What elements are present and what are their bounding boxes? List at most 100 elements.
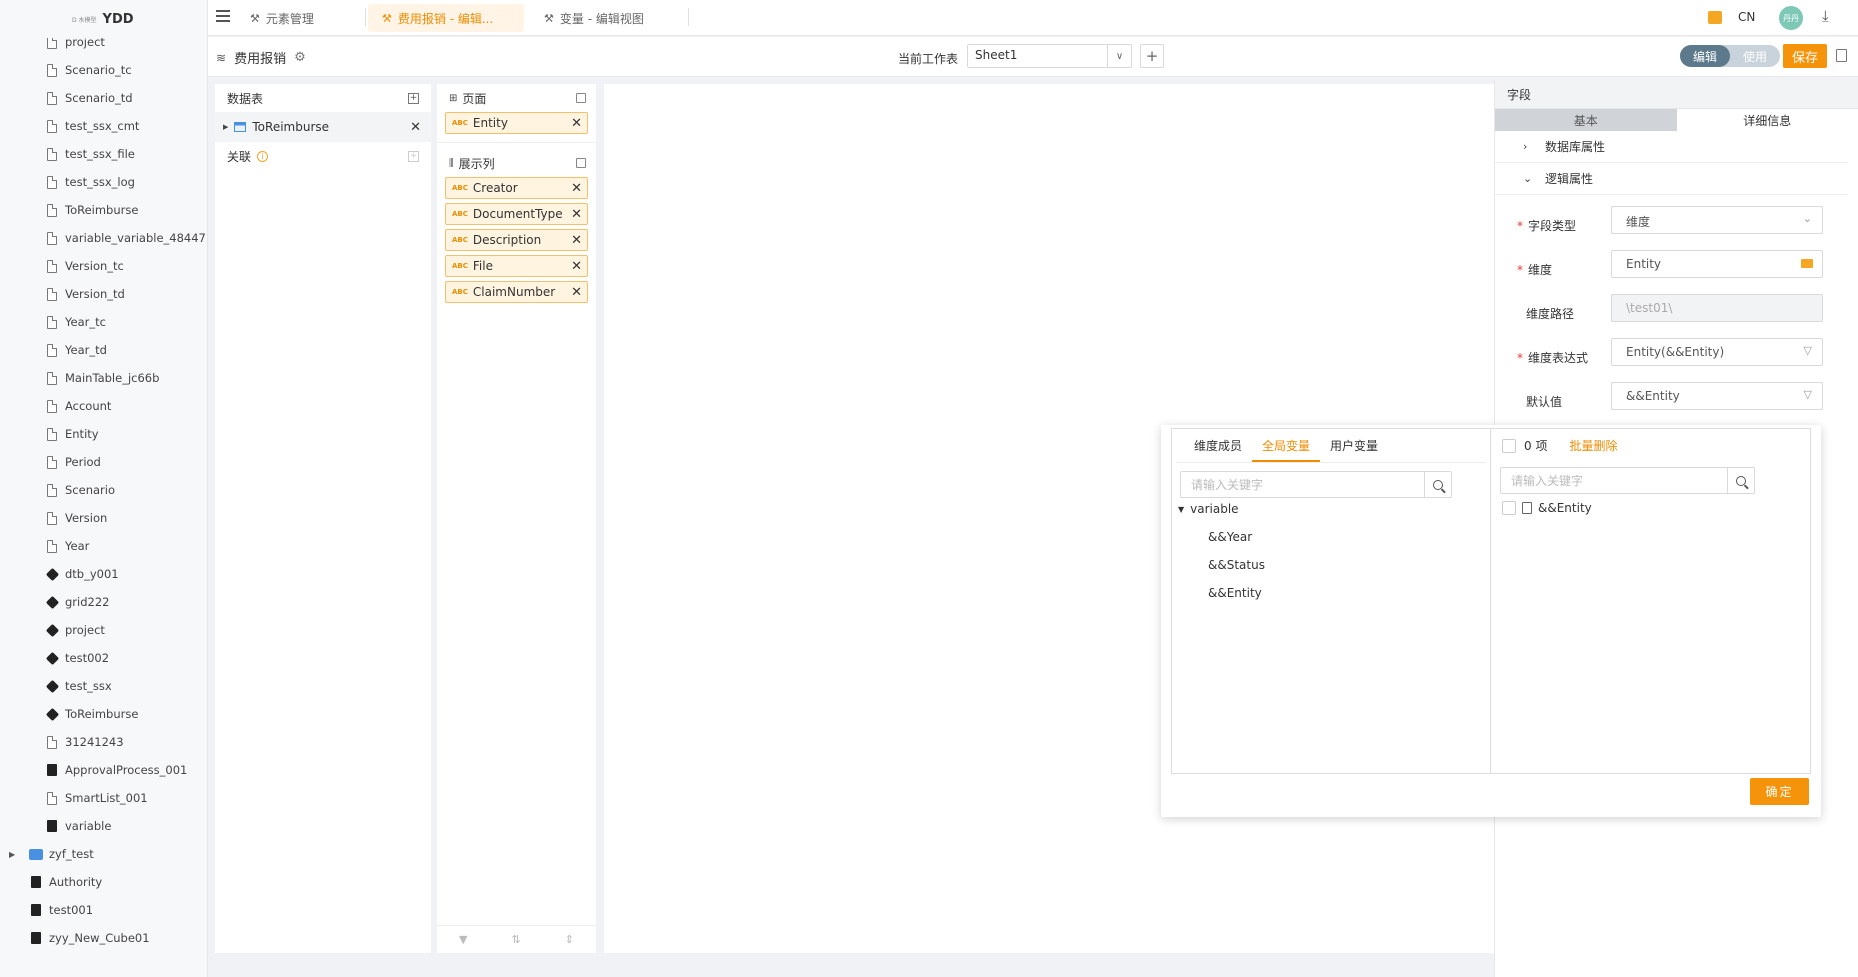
preview-doc-icon[interactable] (1836, 49, 1847, 62)
field-chip[interactable]: ABC Description ✕ (445, 229, 588, 251)
sidebar-item[interactable]: 31241243 (0, 728, 207, 756)
sidebar-item[interactable]: ToReimburse (0, 700, 207, 728)
sidebar-item[interactable]: MainTable_jc66b (0, 364, 207, 392)
sidebar-item[interactable]: Version_td (0, 280, 207, 308)
add-association-icon[interactable]: + (408, 150, 419, 162)
add-sheet-button[interactable]: + (1140, 44, 1164, 68)
select-all-checkbox[interactable] (1502, 438, 1516, 453)
default-value-input[interactable]: &&Entity ▽ (1611, 382, 1823, 410)
dimension-input[interactable]: Entity (1611, 250, 1823, 278)
sidebar-item[interactable]: test_ssx (0, 672, 207, 700)
sidebar-item[interactable]: dtb_y001 (0, 560, 207, 588)
search-button[interactable] (1727, 468, 1754, 493)
batch-delete-link[interactable]: 批量删除 (1569, 437, 1617, 454)
remove-field-icon[interactable]: ✕ (571, 207, 582, 222)
remove-field-icon[interactable]: ✕ (571, 181, 582, 196)
confirm-button[interactable]: 确定 (1750, 778, 1809, 805)
sidebar-item[interactable]: ToReimburse (0, 196, 207, 224)
tab-detail[interactable]: 详细信息 (1676, 109, 1858, 131)
filter-icon[interactable]: ▼ (459, 933, 467, 946)
sidebar-item[interactable]: variable_variable_48447 (0, 224, 207, 252)
folder-icon[interactable] (1801, 259, 1813, 268)
item-checkbox[interactable] (1502, 501, 1516, 515)
variable-item[interactable]: &&Year (1178, 523, 1265, 551)
sidebar-item[interactable]: Scenario_tc (0, 56, 207, 84)
app-logo[interactable]: D 水模型 YDD (0, 0, 207, 38)
remove-field-icon[interactable]: ✕ (571, 285, 582, 300)
menu-icon[interactable] (216, 10, 230, 22)
tab-dimension-members[interactable]: 维度成员 (1184, 437, 1252, 462)
reorder-icon[interactable]: ⇕ (565, 933, 574, 946)
db-attrs-section[interactable]: › 数据库属性 (1495, 131, 1848, 163)
variable-group[interactable]: ▼ variable (1178, 495, 1265, 523)
data-table-item[interactable]: ▶ ToReimburse ✕ (215, 112, 431, 142)
sidebar-item[interactable]: variable (0, 812, 207, 840)
sidebar-item[interactable]: test_ssx_cmt (0, 112, 207, 140)
mode-edit[interactable]: 编辑 (1680, 45, 1730, 67)
sidebar-item[interactable]: Scenario_td (0, 84, 207, 112)
sidebar-item[interactable]: test002 (0, 644, 207, 672)
selected-search-input[interactable]: 请输入关键字 (1500, 467, 1755, 494)
logic-attrs-section[interactable]: ⌄ 逻辑属性 (1495, 163, 1848, 195)
gear-icon[interactable]: ⚙ (294, 50, 306, 65)
sidebar-item[interactable]: Version_tc (0, 252, 207, 280)
field-type-select[interactable]: 维度 ⌄ (1611, 206, 1823, 234)
sidebar-item[interactable]: Version (0, 504, 207, 532)
remove-table-icon[interactable]: ✕ (410, 120, 421, 135)
tab-user-variables[interactable]: 用户变量 (1320, 437, 1388, 462)
save-button[interactable]: 保存 (1783, 44, 1827, 68)
caret-down-icon[interactable]: ▼ (1178, 505, 1184, 514)
sidebar-item[interactable]: test_ssx_file (0, 140, 207, 168)
search-button[interactable] (1424, 472, 1451, 497)
save-section-icon[interactable] (576, 158, 586, 168)
info-icon[interactable]: i (257, 150, 269, 162)
language-switch[interactable]: CN (1738, 10, 1755, 24)
variable-item[interactable]: &&Status (1178, 551, 1265, 579)
remove-field-icon[interactable]: ✕ (571, 259, 582, 274)
tab-expense-edit[interactable]: ⚒ 费用报销 - 编辑... (368, 4, 524, 32)
field-chip[interactable]: ABC Creator ✕ (445, 177, 588, 199)
caret-right-icon[interactable]: ▶ (223, 123, 228, 131)
sidebar-item[interactable]: ▶ zyf_test (0, 840, 207, 868)
dimension-expr-input[interactable]: Entity(&&Entity) ▽ (1611, 338, 1823, 366)
field-chip[interactable]: ABC File ✕ (445, 255, 588, 277)
sidebar-item[interactable]: grid222 (0, 588, 207, 616)
remove-field-icon[interactable]: ✕ (571, 116, 582, 131)
selected-item[interactable]: &&Entity (1502, 501, 1592, 515)
sidebar-item[interactable]: Period (0, 448, 207, 476)
field-chip[interactable]: ABC DocumentType ✕ (445, 203, 588, 225)
user-avatar[interactable]: 丹丹 (1779, 6, 1803, 30)
sidebar-item[interactable]: Account (0, 392, 207, 420)
mode-use[interactable]: 使用 (1730, 45, 1780, 67)
remove-field-icon[interactable]: ✕ (571, 233, 582, 248)
mode-toggle[interactable]: 编辑 使用 (1680, 45, 1780, 67)
save-section-icon[interactable] (576, 93, 586, 103)
sort-icon[interactable]: ⇅ (512, 933, 521, 946)
field-chip[interactable]: ABC Entity ✕ (445, 112, 588, 134)
sidebar-item[interactable]: Scenario (0, 476, 207, 504)
field-chip[interactable]: ABC ClaimNumber ✕ (445, 281, 588, 303)
tab-basic[interactable]: 基本 (1495, 109, 1677, 131)
sidebar-item[interactable]: zyy_New_Cube01 (0, 924, 207, 952)
sidebar-item[interactable]: Year (0, 532, 207, 560)
download-icon[interactable]: ⤓ (1822, 7, 1829, 25)
sidebar-item[interactable]: project (0, 616, 207, 644)
filter-icon[interactable]: ▽ (1804, 388, 1812, 401)
notification-bag-icon[interactable] (1708, 11, 1722, 24)
tab-global-variables[interactable]: 全局变量 (1252, 437, 1321, 462)
chevron-down-icon[interactable]: ∨ (1107, 45, 1131, 67)
variable-item[interactable]: &&Entity (1178, 579, 1265, 607)
variable-search-input[interactable]: 请输入关键字 (1180, 471, 1452, 498)
caret-right-icon[interactable]: ▶ (9, 850, 15, 859)
sidebar-item[interactable]: Entity (0, 420, 207, 448)
add-table-icon[interactable]: + (408, 92, 419, 104)
sidebar-item[interactable]: test_ssx_log (0, 168, 207, 196)
tab-variable-edit-view[interactable]: ⚒ 变量 - 编辑视图 (530, 4, 658, 32)
sidebar-item[interactable]: Authority (0, 868, 207, 896)
sheet-select[interactable]: Sheet1 ∨ (967, 44, 1132, 68)
sidebar-item[interactable]: ApprovalProcess_001 (0, 756, 207, 784)
sidebar-item[interactable]: Year_td (0, 336, 207, 364)
filter-icon[interactable]: ▽ (1804, 344, 1812, 357)
tab-element-management[interactable]: ⚒ 元素管理 (236, 4, 328, 32)
sidebar-item[interactable]: SmartList_001 (0, 784, 207, 812)
